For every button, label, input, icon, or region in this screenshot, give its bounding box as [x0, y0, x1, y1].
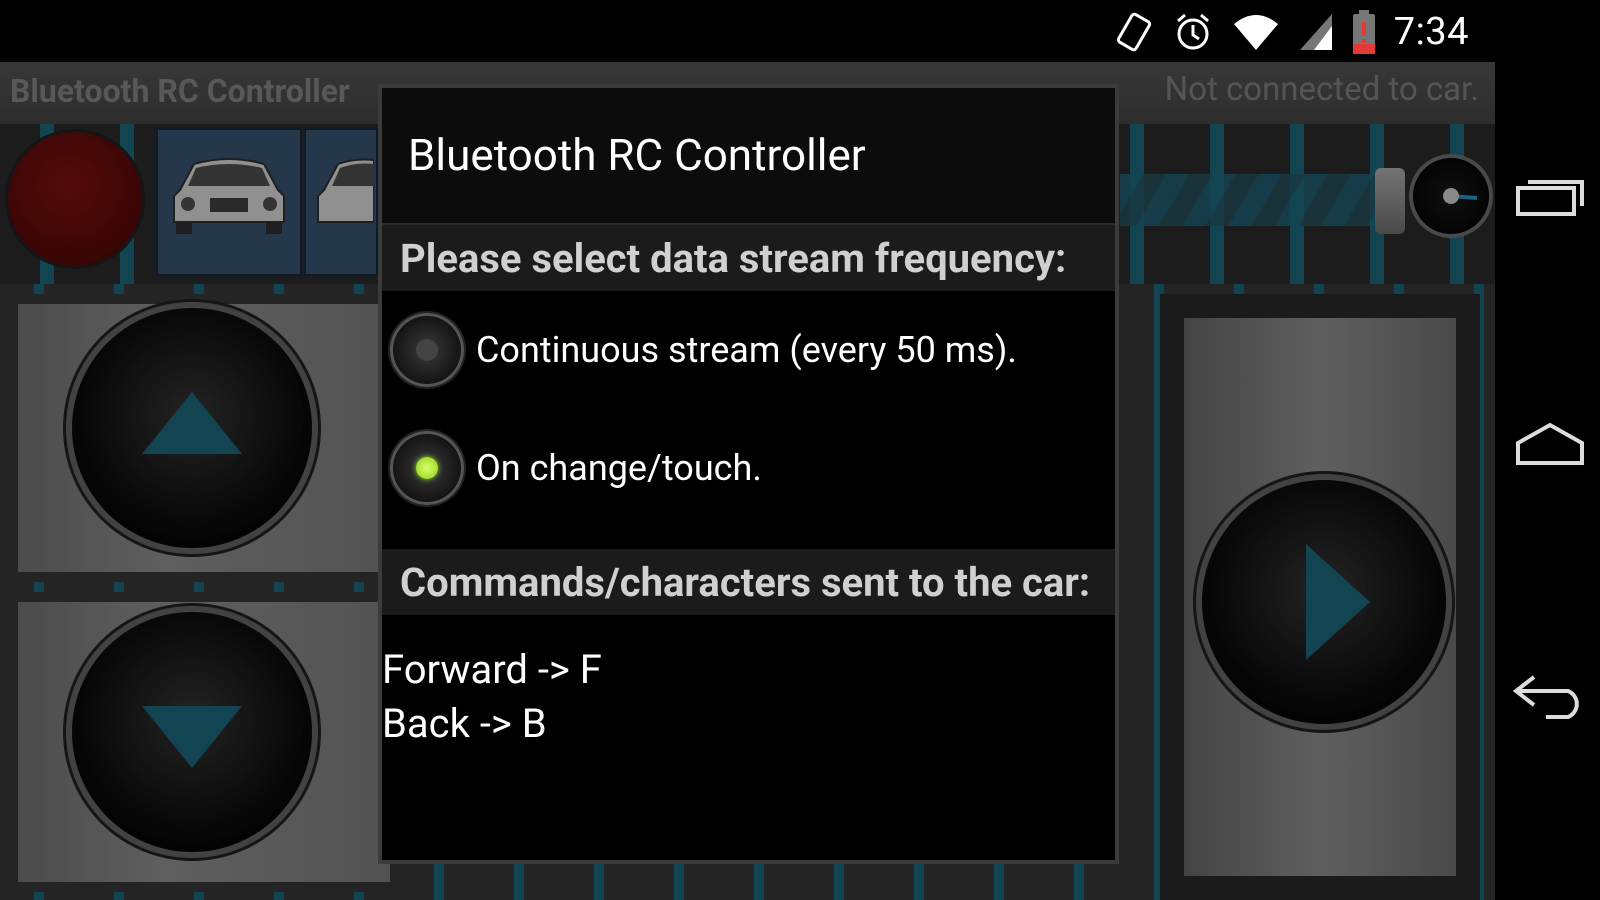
home-icon [1514, 421, 1586, 471]
status-bar: 7:34 [0, 0, 1495, 62]
radio-on-change[interactable] [390, 431, 464, 505]
option-label: On change/touch. [476, 447, 762, 489]
wifi-icon [1232, 12, 1280, 52]
radio-continuous-stream[interactable] [390, 313, 464, 387]
recent-apps-icon [1514, 174, 1586, 222]
command-item: Back -> B [382, 700, 547, 747]
back-button[interactable] [1510, 668, 1590, 728]
commands-heading: Commands/characters sent to the car: [382, 549, 1115, 615]
battery-icon [1352, 10, 1376, 54]
screen-rotation-icon [1114, 12, 1154, 52]
navigation-bar [1495, 0, 1600, 900]
recent-apps-button[interactable] [1513, 168, 1587, 228]
clock: 7:34 [1393, 10, 1469, 54]
command-item: Forward -> F [382, 646, 602, 693]
back-icon [1510, 671, 1590, 725]
option-on-change[interactable]: On change/touch. [382, 409, 1115, 527]
alarm-icon [1172, 11, 1214, 53]
dialog-title: Bluetooth RC Controller [382, 88, 1115, 225]
option-continuous-stream[interactable]: Continuous stream (every 50 ms). [382, 291, 1115, 409]
app-main: Bluetooth RC Controller Not connected to… [0, 62, 1495, 900]
commands-list: Forward -> F Back -> B [382, 615, 1115, 751]
home-button[interactable] [1513, 416, 1587, 476]
option-label: Continuous stream (every 50 ms). [476, 329, 1017, 371]
settings-dialog: Bluetooth RC Controller Please select da… [378, 84, 1119, 864]
frequency-heading: Please select data stream frequency: [382, 225, 1115, 291]
cellular-signal-icon [1298, 12, 1334, 52]
status-icons: 7:34 [1114, 8, 1469, 56]
